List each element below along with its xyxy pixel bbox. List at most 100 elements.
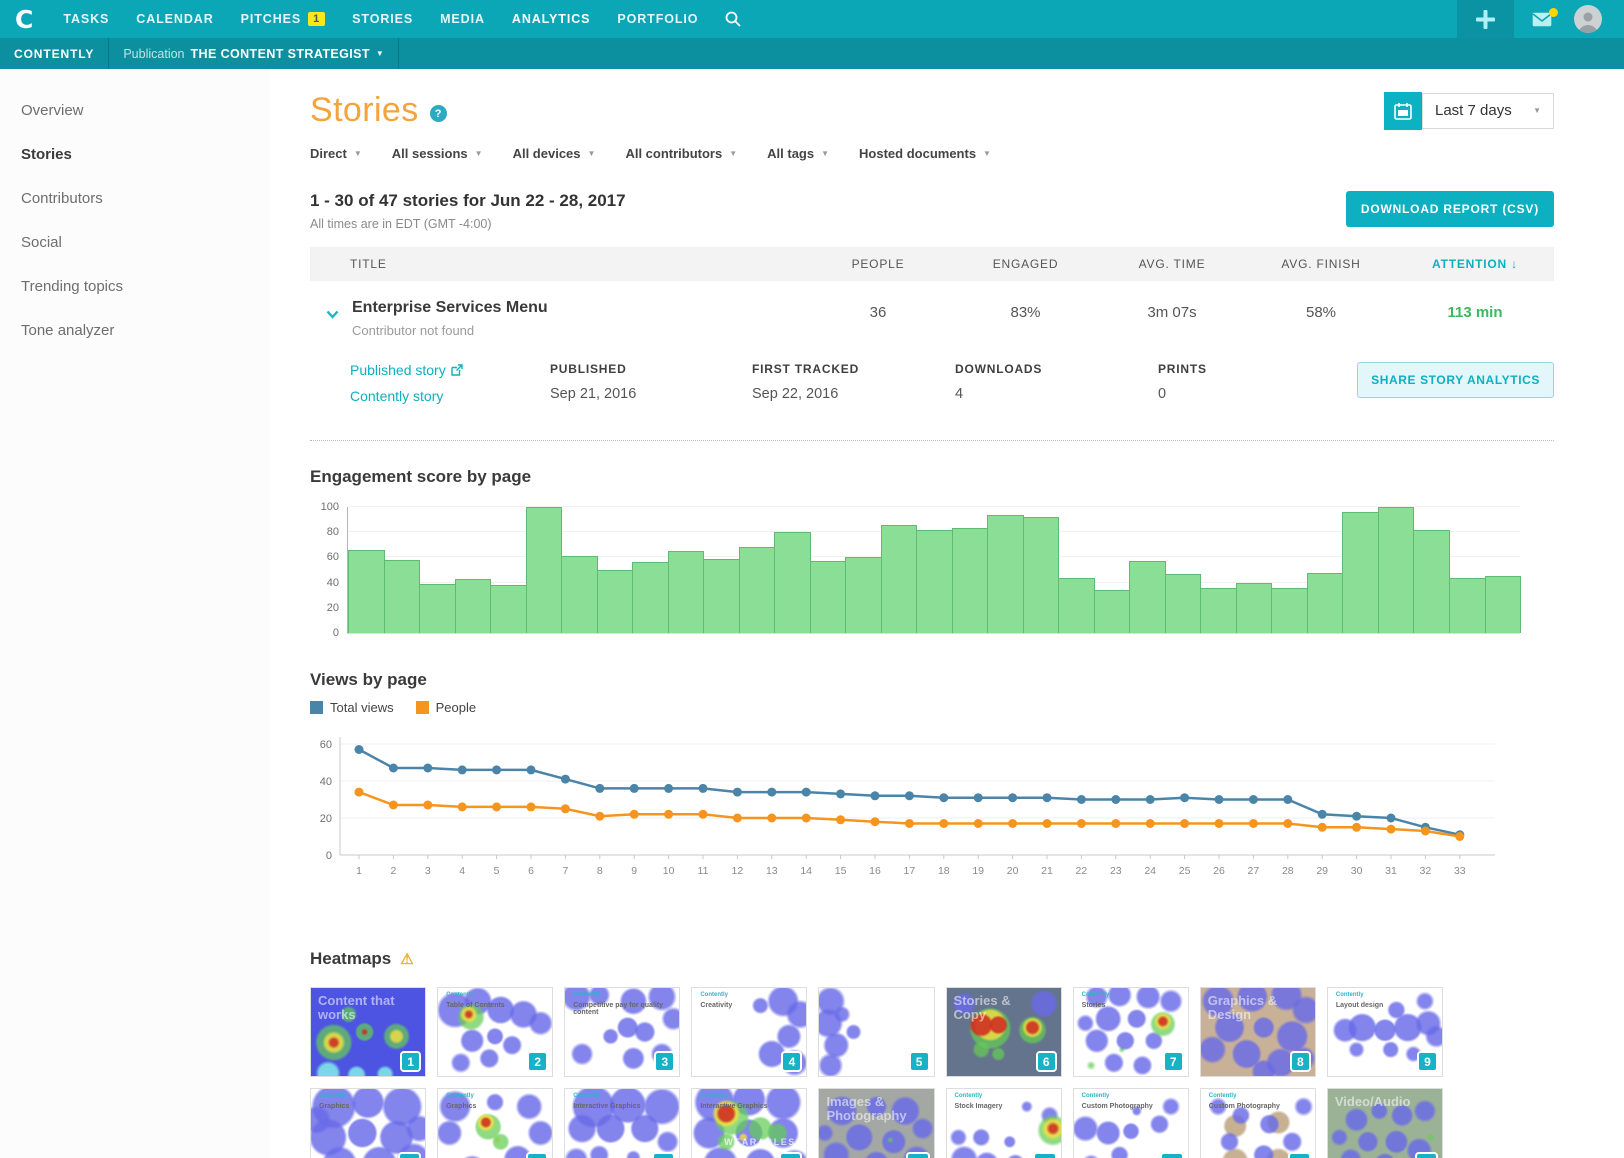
svg-text:16: 16	[869, 865, 881, 877]
heatmaps-grid: Content that works1Table of ContentsCont…	[310, 987, 1443, 1158]
heatmap-thumbnail-9[interactable]: Layout designContently9	[1327, 987, 1443, 1077]
bar-page-30	[1378, 507, 1415, 633]
svg-text:5: 5	[494, 865, 500, 877]
heatmap-thumbnail-13[interactable]: Interactive GraphicsContentlyWEARABLES13	[691, 1088, 807, 1158]
sidebar-item-trending-topics[interactable]: Trending topics	[0, 265, 270, 309]
nav-item-calendar[interactable]: CALENDAR	[136, 12, 213, 26]
svg-text:26: 26	[1213, 865, 1225, 877]
date-range-value: Last 7 days	[1435, 102, 1512, 119]
heatmap-thumbnail-16[interactable]: Custom PhotographyContently16	[1073, 1088, 1189, 1158]
svg-text:21: 21	[1041, 865, 1053, 877]
help-icon[interactable]: ?	[430, 105, 447, 122]
svg-text:0: 0	[326, 850, 332, 862]
column-header-people[interactable]: PEOPLE	[803, 257, 953, 271]
nav-item-pitches[interactable]: PITCHES1	[241, 12, 326, 26]
bar-page-26	[1236, 583, 1273, 633]
svg-text:20: 20	[320, 813, 332, 825]
filter-all-devices[interactable]: All devices▼	[513, 146, 596, 161]
heatmap-page-label: Interactive Graphics	[700, 1103, 797, 1110]
svg-text:10: 10	[663, 865, 675, 877]
y-axis-tick-label: 60	[327, 551, 339, 563]
heatmap-thumbnail-15[interactable]: Stock ImageryContently15	[946, 1088, 1062, 1158]
heatmap-thumbnail-4[interactable]: CreativityContently4	[691, 987, 807, 1077]
page-brand-mark: Contently	[573, 1093, 601, 1099]
contently-logo[interactable]: C	[15, 5, 33, 34]
legend-total-views: Total views	[310, 700, 394, 715]
messages-icon[interactable]	[1532, 12, 1552, 27]
sidebar-item-social[interactable]: Social	[0, 221, 270, 265]
filter-direct[interactable]: Direct▼	[310, 146, 362, 161]
filter-all-sessions[interactable]: All sessions▼	[392, 146, 483, 161]
svg-text:29: 29	[1316, 865, 1328, 877]
nav-item-analytics[interactable]: ANALYTICS	[512, 12, 590, 26]
search-icon[interactable]	[725, 11, 741, 27]
date-range-picker[interactable]: Last 7 days ▼	[1384, 92, 1554, 130]
create-new-button[interactable]	[1457, 0, 1514, 38]
column-header-title[interactable]: TITLE	[310, 257, 803, 271]
svg-text:25: 25	[1179, 865, 1191, 877]
svg-text:28: 28	[1282, 865, 1294, 877]
date-range-dropdown[interactable]: Last 7 days ▼	[1422, 93, 1554, 129]
heatmap-number-badge: 17	[1288, 1152, 1311, 1158]
download-report-button[interactable]: DOWNLOAD REPORT (CSV)	[1346, 191, 1554, 227]
filter-hosted-documents[interactable]: Hosted documents▼	[859, 146, 991, 161]
bar-page-12	[739, 547, 776, 633]
filter-all-contributors[interactable]: All contributors▼	[625, 146, 737, 161]
collapse-row-chevron-icon[interactable]	[326, 306, 339, 338]
heatmap-thumbnail-12[interactable]: Interactive GraphicsContently12	[564, 1088, 680, 1158]
heatmap-thumbnail-14[interactable]: Images & Photography14	[818, 1088, 934, 1158]
column-header-engaged[interactable]: ENGAGED	[953, 257, 1098, 271]
heatmap-thumbnail-2[interactable]: Table of ContentsContently2	[437, 987, 553, 1077]
column-header-attention[interactable]: ATTENTION ↓	[1396, 257, 1554, 271]
filter-label: All devices	[513, 146, 581, 161]
heatmap-thumbnail-18[interactable]: Video/Audio18	[1327, 1088, 1443, 1158]
filter-label: Hosted documents	[859, 146, 976, 161]
heatmap-thumbnail-1[interactable]: Content that works1	[310, 987, 426, 1077]
heatmap-thumbnail-5[interactable]: 5	[818, 987, 934, 1077]
heatmap-number-badge: 4	[781, 1051, 802, 1072]
heatmap-thumbnail-8[interactable]: Graphics & Design8	[1200, 987, 1316, 1077]
nav-item-label: PITCHES	[241, 12, 301, 26]
sidebar-item-stories[interactable]: Stories	[0, 133, 270, 177]
heatmap-page-label: Graphics & Design	[1208, 994, 1297, 1021]
nav-item-tasks[interactable]: TASKS	[63, 12, 109, 26]
bar-page-1	[348, 550, 385, 633]
heatmap-number-badge: 18	[1415, 1152, 1438, 1158]
heatmap-thumbnail-6[interactable]: Stories & Copy6	[946, 987, 1062, 1077]
bar-page-8	[597, 570, 634, 633]
contently-wordmark[interactable]: CONTENTLY	[0, 47, 108, 61]
svg-text:24: 24	[1144, 865, 1156, 877]
page-brand-mark: Contently	[1082, 992, 1110, 998]
sidebar-item-overview[interactable]: Overview	[0, 89, 270, 133]
page-brand-mark: Contently	[700, 1093, 728, 1099]
calendar-icon[interactable]	[1384, 92, 1422, 130]
heatmap-thumbnail-11[interactable]: GraphicsContently11	[437, 1088, 553, 1158]
svg-text:15: 15	[835, 865, 847, 877]
avatar[interactable]	[1574, 5, 1602, 33]
contently-story-link[interactable]: Contently story	[350, 388, 550, 404]
published-story-link[interactable]: Published story	[350, 362, 550, 378]
heatmap-thumbnail-17[interactable]: Custom PhotographyContently17	[1200, 1088, 1316, 1158]
field-value: Sep 22, 2016	[752, 386, 955, 402]
stories-count-title: 1 - 30 of 47 stories for Jun 22 - 28, 20…	[310, 191, 626, 211]
column-header-avg-time[interactable]: AVG. TIME	[1098, 257, 1246, 271]
nav-item-media[interactable]: MEDIA	[440, 12, 485, 26]
heatmap-number-badge: 11	[526, 1152, 549, 1158]
heatmap-thumbnail-7[interactable]: StoriesContently7	[1073, 987, 1189, 1077]
people-value: 36	[803, 299, 953, 338]
filter-all-tags[interactable]: All tags▼	[767, 146, 829, 161]
nav-item-stories[interactable]: STORIES	[352, 12, 413, 26]
page-brand-mark: Contently	[1082, 1093, 1110, 1099]
nav-item-portfolio[interactable]: PORTFOLIO	[617, 12, 698, 26]
svg-text:12: 12	[732, 865, 744, 877]
heatmap-page-label: Custom Photography	[1209, 1103, 1306, 1110]
sidebar-item-contributors[interactable]: Contributors	[0, 177, 270, 221]
column-header-avg-finish[interactable]: AVG. FINISH	[1246, 257, 1396, 271]
heatmap-page-label: Table of Contents	[446, 1002, 543, 1009]
share-story-analytics-button[interactable]: SHARE STORY ANALYTICS	[1357, 362, 1554, 398]
publication-selector[interactable]: Publication THE CONTENT STRATEGIST ▼	[109, 38, 397, 69]
heatmap-thumbnail-3[interactable]: Competitive pay for quality contentConte…	[564, 987, 680, 1077]
heatmap-thumbnail-10[interactable]: GraphicsContently10	[310, 1088, 426, 1158]
sidebar-item-tone-analyzer[interactable]: Tone analyzer	[0, 309, 270, 353]
story-title[interactable]: Enterprise Services Menu	[352, 299, 548, 317]
